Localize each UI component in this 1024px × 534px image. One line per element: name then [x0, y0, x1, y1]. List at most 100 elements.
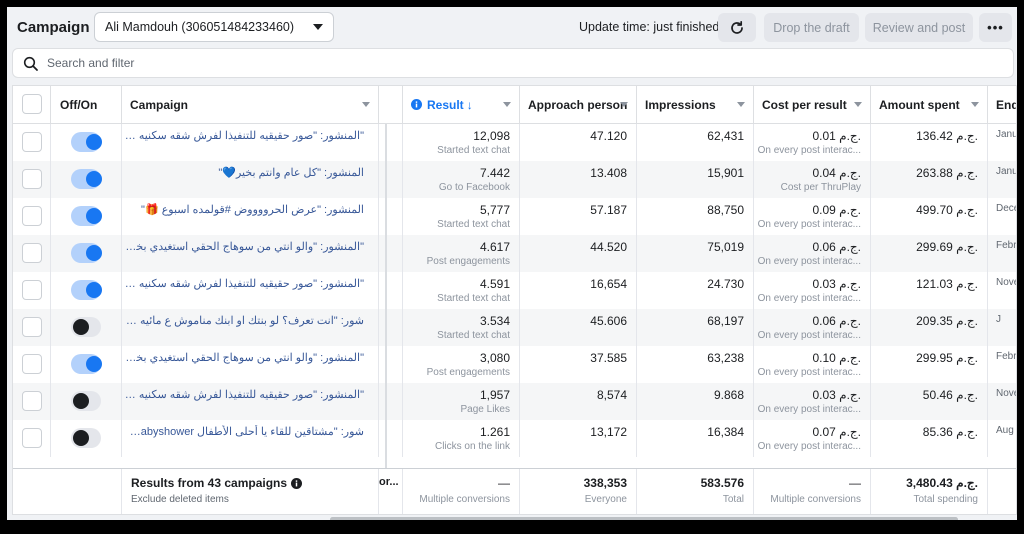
row-checkbox[interactable]: [22, 169, 42, 189]
campaign-toggle[interactable]: [71, 169, 102, 189]
campaign-toggle[interactable]: [71, 391, 101, 411]
refresh-button[interactable]: [718, 13, 756, 42]
info-icon[interactable]: [291, 477, 303, 489]
row-toggle-cell: [51, 198, 122, 235]
table-row[interactable]: "المنشور: "صور حقيقيه للتنفيذا لفرش شقه …: [13, 383, 1016, 420]
table-row[interactable]: "المنشور: "صور حقيقيه للتنفيذا لفرش شقه …: [13, 272, 1016, 309]
table-row[interactable]: شور: "مشتاقين للقاء يا أحلى الأطفال baby…: [13, 420, 1016, 457]
approach-value: 16,654: [590, 277, 627, 291]
result-cell: 7.442 Go to Facebook: [403, 161, 520, 198]
row-checkbox[interactable]: [22, 132, 42, 152]
review-post-button[interactable]: Review and post: [865, 13, 973, 42]
campaign-name-link[interactable]: شور: "مشتاقين للقاء يا أحلى الأطفال baby…: [124, 425, 364, 438]
search-bar[interactable]: [12, 48, 1014, 78]
row-checkbox[interactable]: [22, 428, 42, 448]
amount-cell: 499.70 ج.م.: [871, 198, 988, 235]
impressions-value: 75,019: [707, 240, 744, 254]
end-value: Janu: [996, 129, 1017, 140]
summary-partial-cell: or...: [379, 469, 403, 514]
row-checkbox[interactable]: [22, 391, 42, 411]
row-select-cell: [13, 383, 51, 420]
row-checkbox[interactable]: [22, 243, 42, 263]
column-header-amount[interactable]: Amount spent: [871, 86, 988, 124]
table-row[interactable]: "المنشور: "والو انتي من سوهاج الحقي استغ…: [13, 235, 1016, 272]
campaign-name-cell: "المنشور: "والو انتي من سوهاج الحقي استغ…: [122, 346, 379, 383]
summary-amount-sub: Total spending: [913, 494, 979, 505]
result-type: Started text chat: [437, 293, 510, 304]
amount-cell: 209.35 ج.م.: [871, 309, 988, 346]
end-cell: Janu: [988, 161, 1016, 198]
cost-value: 0.07 ج.م.: [812, 425, 861, 439]
campaign-name-cell: "المنشور: "والو انتي من سوهاج الحقي استغ…: [122, 235, 379, 272]
amount-value: 263.88 ج.م.: [916, 166, 978, 180]
summary-cost-sub: Multiple conversions: [770, 494, 861, 505]
top-bar: Campaign Ali Mamdouh (306051484233460) U…: [7, 7, 1017, 47]
cost-value: 0.03 ج.م.: [812, 388, 861, 402]
campaign-toggle[interactable]: [71, 206, 102, 226]
table-row[interactable]: المنشور: "كل عام وانتم بخير💙" 7.442 Go to …: [13, 161, 1016, 198]
end-cell: J: [988, 309, 1016, 346]
campaign-name-link[interactable]: المنشور: "عرض الحرووووض #قولمده اسبوع 🎁": [124, 203, 364, 216]
campaign-name-link[interactable]: "المنشور: "والو انتي من سوهاج الحقي استغ…: [124, 351, 364, 364]
column-header-off-on[interactable]: Off/On: [51, 86, 122, 124]
chevron-down-icon: [737, 102, 745, 107]
campaign-toggle[interactable]: [71, 132, 102, 152]
table-row[interactable]: "المنشور: "صور حقيقيه للتنفيذا لفرش شقه …: [13, 124, 1017, 161]
result-cell: 12,098 Started text chat: [403, 124, 520, 161]
chevron-down-icon: [362, 102, 370, 107]
amount-value: 299.95 ج.م.: [916, 351, 978, 365]
row-toggle-cell: [51, 309, 122, 346]
row-checkbox[interactable]: [22, 280, 42, 300]
approach-cell: 45.606: [520, 309, 637, 346]
campaign-name-link[interactable]: "المنشور: "والو انتي من سوهاج الحقي استغ…: [124, 240, 364, 253]
end-cell: Nove: [988, 383, 1016, 420]
campaign-name-link[interactable]: "المنشور: "صور حقيقيه للتنفيذا لفرش شقه …: [124, 277, 364, 290]
campaign-toggle[interactable]: [71, 280, 102, 300]
end-cell: Nove: [988, 272, 1016, 309]
row-select-cell: [13, 235, 51, 272]
campaign-name-link[interactable]: "المنشور: "صور حقيقيه للتنفيذا لفرش شقه …: [124, 388, 364, 401]
drop-draft-button[interactable]: Drop the draft: [764, 13, 859, 42]
row-checkbox[interactable]: [22, 206, 42, 226]
toggle-knob: [73, 430, 89, 446]
impressions-cell: 63,238: [637, 346, 754, 383]
table-row[interactable]: "المنشور: "والو انتي من سوهاج الحقي استغ…: [13, 346, 1016, 383]
row-checkbox[interactable]: [22, 317, 42, 337]
search-input[interactable]: [47, 56, 947, 70]
row-checkbox[interactable]: [22, 354, 42, 374]
campaign-toggle[interactable]: [71, 428, 101, 448]
column-header-cost[interactable]: Cost per result: [754, 86, 871, 124]
campaign-name-link[interactable]: "المنشور: "صور حقيقيه للتنفيذا لفرش شقه …: [124, 129, 364, 142]
column-header-approach[interactable]: Approach person: [520, 86, 637, 124]
table-row[interactable]: شور: "انت تعرف؟ لو بنتك او ابنك مناموش ع…: [13, 309, 1016, 346]
approach-cell: 57.187: [520, 198, 637, 235]
account-dropdown[interactable]: Ali Mamdouh (306051484233460): [94, 12, 334, 42]
row-toggle-cell: [51, 272, 122, 309]
result-value: 5,777: [479, 203, 510, 217]
chevron-down-icon: [971, 102, 979, 107]
row-select-cell: [13, 198, 51, 235]
select-all-checkbox[interactable]: [22, 94, 42, 114]
result-value: 3.534: [479, 314, 510, 328]
refresh-icon: [731, 20, 743, 34]
cost-value: 0.03 ج.م.: [812, 277, 861, 291]
table-row[interactable]: المنشور: "عرض الحرووووض #قولمده اسبوع 🎁"…: [13, 198, 1016, 235]
more-options-button[interactable]: •••: [979, 13, 1012, 42]
campaign-toggle[interactable]: [71, 317, 101, 337]
cost-cell: 0.06 ج.م. On every post interac...: [754, 235, 871, 272]
campaign-name-link[interactable]: المنشور: "كل عام وانتم بخير💙": [124, 166, 364, 179]
column-header-result[interactable]: Result ↓: [403, 86, 520, 124]
column-header-campaign[interactable]: Campaign: [122, 86, 379, 124]
approach-value: 37.585: [590, 351, 627, 365]
row-toggle-cell: [51, 346, 122, 383]
approach-cell: 44.520: [520, 235, 637, 272]
column-header-amount-label: Amount spent: [879, 97, 960, 112]
campaign-name-link[interactable]: شور: "انت تعرف؟ لو بنتك او ابنك مناموش ع…: [124, 314, 364, 327]
campaign-toggle[interactable]: [71, 243, 102, 263]
column-header-impressions[interactable]: Impressions: [637, 86, 754, 124]
column-header-end[interactable]: End: [988, 86, 1016, 124]
result-cell: 5,777 Started text chat: [403, 198, 520, 235]
horizontal-scrollbar[interactable]: [330, 517, 958, 520]
campaign-toggle[interactable]: [71, 354, 102, 374]
row-select-cell: [13, 272, 51, 309]
